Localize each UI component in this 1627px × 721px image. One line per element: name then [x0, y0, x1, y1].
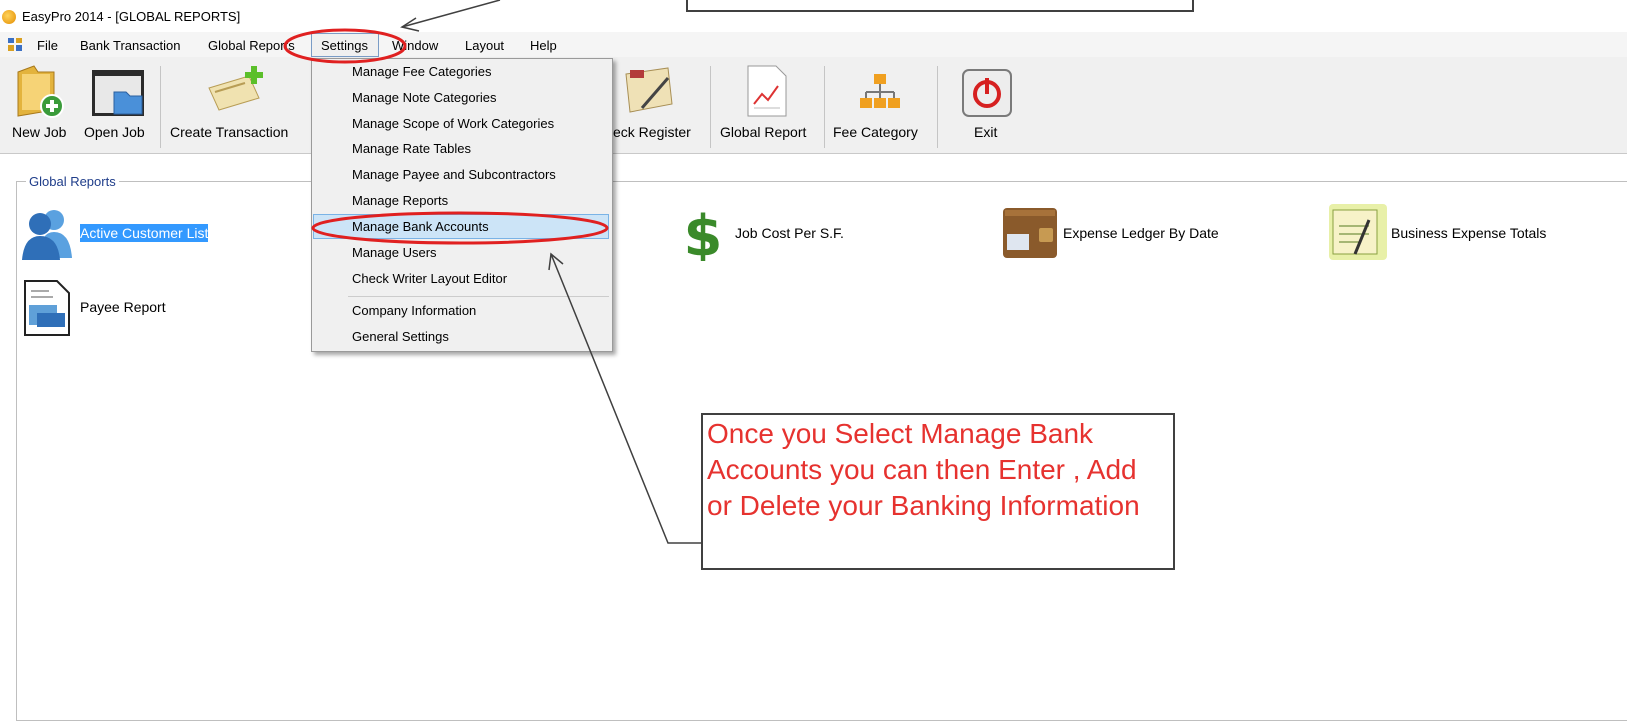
- app-logo-icon: [2, 10, 16, 24]
- global-report-label: Global Report: [720, 124, 807, 140]
- window-title: EasyPro 2014 - [GLOBAL REPORTS]: [22, 9, 241, 24]
- receipt-icon: [1329, 204, 1387, 260]
- fee-category-label: Fee Category: [833, 124, 918, 140]
- power-icon: [962, 69, 1012, 117]
- menu-item-manage-bank-accounts[interactable]: Manage Bank Accounts: [352, 219, 489, 234]
- report-expense-ledger-by-date[interactable]: Expense Ledger By Date: [1063, 225, 1219, 241]
- menu-item-general-settings[interactable]: General Settings: [352, 329, 449, 344]
- customers-icon: [22, 210, 72, 260]
- menu-item-manage-rate-tables[interactable]: Manage Rate Tables: [352, 141, 471, 156]
- report-business-expense-totals[interactable]: Business Expense Totals: [1391, 225, 1546, 241]
- create-transaction-check-icon: [208, 66, 263, 111]
- create-transaction-label: Create Transaction: [170, 124, 289, 140]
- fee-category-hierarchy-icon: [860, 74, 900, 108]
- exit-label: Exit: [974, 124, 998, 140]
- new-job-label: New Job: [12, 124, 67, 140]
- group-title: Global Reports: [26, 174, 119, 189]
- mdi-window-icon[interactable]: [8, 38, 22, 51]
- open-job-window-icon: [92, 70, 144, 116]
- menu-layout[interactable]: Layout: [465, 38, 504, 53]
- callout-box-top: [686, 0, 1194, 12]
- dollar-icon: $: [684, 205, 722, 261]
- menu-item-manage-payee-and-subcontractors[interactable]: Manage Payee and Subcontractors: [352, 167, 556, 182]
- wallet-icon: [1003, 208, 1057, 258]
- new-job-folder-icon: [17, 65, 64, 118]
- report-active-customer-list[interactable]: Active Customer List: [80, 224, 209, 242]
- check-register-label: eck Register: [613, 124, 691, 140]
- menu-global-reports[interactable]: Global Reports: [208, 38, 295, 53]
- menu-item-manage-reports[interactable]: Manage Reports: [352, 193, 448, 208]
- menu-help[interactable]: Help: [530, 38, 557, 53]
- report-job-cost-per-sf[interactable]: Job Cost Per S.F.: [735, 225, 844, 241]
- toolbar-separator: [160, 66, 161, 148]
- menu-item-check-writer-layout-editor[interactable]: Check Writer Layout Editor: [352, 271, 507, 286]
- contract-icon: [24, 280, 70, 336]
- menu-item-manage-scope-of-work-categories[interactable]: Manage Scope of Work Categories: [352, 116, 554, 131]
- toolbar-separator: [710, 66, 711, 148]
- callout-text: Once you Select Manage Bank Accounts you…: [707, 418, 1140, 521]
- menu-item-company-information[interactable]: Company Information: [352, 303, 476, 318]
- open-job-label: Open Job: [84, 124, 145, 140]
- menu-window[interactable]: Window: [392, 38, 438, 53]
- menu-separator: [348, 296, 609, 297]
- menu-item-manage-users[interactable]: Manage Users: [352, 245, 437, 260]
- menu-settings[interactable]: Settings: [321, 38, 368, 53]
- svg-text:$: $: [684, 205, 722, 261]
- menu-file[interactable]: File: [37, 38, 58, 53]
- menu-item-manage-note-categories[interactable]: Manage Note Categories: [352, 90, 497, 105]
- menu-bank-transaction[interactable]: Bank Transaction: [80, 38, 180, 53]
- menu-item-manage-fee-categories[interactable]: Manage Fee Categories: [352, 64, 491, 79]
- global-report-chart-icon: [747, 65, 787, 117]
- report-payee-report[interactable]: Payee Report: [80, 299, 166, 315]
- toolbar-separator: [824, 66, 825, 148]
- check-register-icon: [625, 67, 673, 113]
- toolbar-separator: [937, 66, 938, 148]
